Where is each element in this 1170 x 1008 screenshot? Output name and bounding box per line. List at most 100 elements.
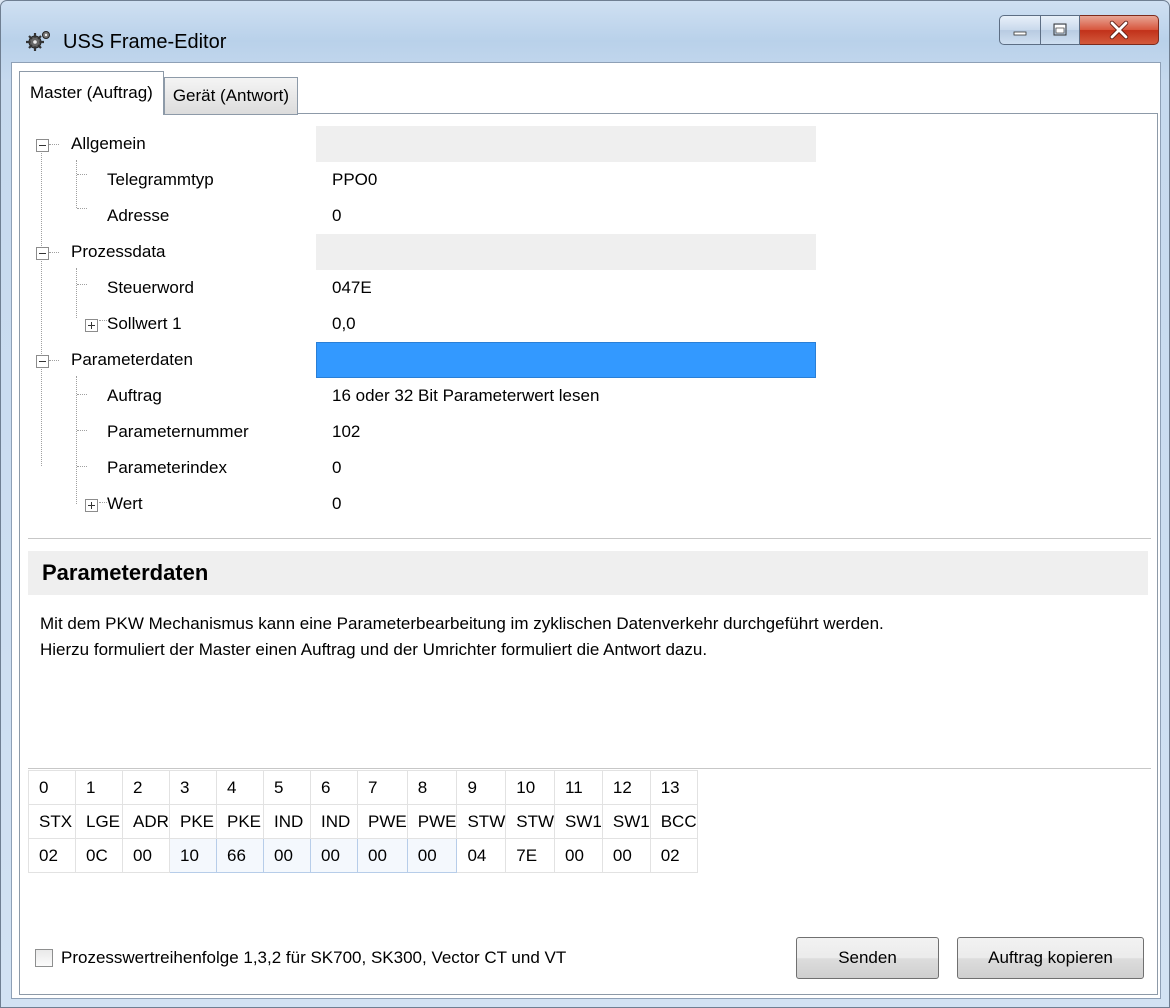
tab-master-auftrag[interactable]: Master (Auftrag) — [19, 71, 164, 115]
process-order-label: Prozesswertreihenfolge 1,3,2 für SK700, … — [61, 948, 567, 967]
gears-icon — [26, 31, 50, 51]
byte-input[interactable]: 10 — [169, 838, 217, 873]
expand-icon[interactable] — [85, 499, 98, 512]
tab-page-master: Allgemein Telegrammtyp PPO0 Adresse 0 Pr… — [19, 113, 1158, 995]
close-icon — [1109, 20, 1129, 40]
description-title: Parameterdaten — [28, 551, 1148, 595]
index-cell: 3 — [169, 770, 217, 805]
index-cell: 12 — [601, 770, 651, 805]
tree-item-auftrag[interactable]: Auftrag 16 oder 32 Bit Parameterwert les… — [20, 378, 820, 414]
byte-input[interactable]: 00 — [406, 838, 458, 873]
byte-cell: 0C — [75, 838, 123, 873]
byte-cell: 00 — [122, 838, 170, 873]
frame-name-row: STX LGE ADR PKE PKE IND IND PWE PWE STW … — [28, 804, 698, 839]
byte-input[interactable]: 66 — [216, 838, 264, 873]
process-order-option[interactable]: Prozesswertreihenfolge 1,3,2 für SK700, … — [35, 948, 566, 968]
tree-category-prozessdata[interactable]: Prozessdata — [20, 234, 820, 270]
tree-category-allgemein[interactable]: Allgemein — [20, 126, 820, 162]
tree-label: Parameterindex — [107, 458, 228, 477]
description-line: Hierzu formuliert der Master einen Auftr… — [40, 640, 708, 659]
description-line: Mit dem PKW Mechanismus kann eine Parame… — [40, 614, 884, 633]
collapse-icon[interactable] — [36, 139, 49, 152]
close-button[interactable] — [1080, 15, 1159, 45]
index-cell: 7 — [357, 770, 408, 805]
copy-request-button[interactable]: Auftrag kopieren — [957, 937, 1144, 979]
divider — [28, 768, 1151, 769]
tree-value[interactable]: 0,0 — [316, 306, 816, 342]
property-tree[interactable]: Allgemein Telegrammtyp PPO0 Adresse 0 Pr… — [20, 114, 1157, 524]
collapse-icon[interactable] — [36, 247, 49, 260]
window-title: USS Frame-Editor — [63, 31, 227, 53]
caption-buttons — [999, 15, 1159, 45]
byte-input[interactable]: 00 — [263, 838, 311, 873]
index-cell: 11 — [554, 770, 603, 805]
index-cell: 6 — [310, 770, 358, 805]
tree-value[interactable]: 102 — [316, 414, 816, 450]
tree-label: Parameternummer — [107, 422, 249, 441]
index-cell: 0 — [28, 770, 76, 805]
category-value-selected — [316, 342, 816, 378]
tree-value[interactable]: PPO0 — [316, 162, 816, 198]
tree-item-steuerword[interactable]: Steuerword 047E — [20, 270, 820, 306]
index-cell: 2 — [122, 770, 170, 805]
index-cell: 4 — [216, 770, 264, 805]
description-text: Mit dem PKW Mechanismus kann eine Parame… — [40, 611, 1150, 663]
name-cell: STW — [505, 804, 556, 839]
byte-input[interactable]: 00 — [357, 838, 408, 873]
frame-byte-row: 02 0C 00 10 66 00 00 00 00 04 7E 00 00 0… — [28, 838, 698, 873]
name-cell: IND — [263, 804, 311, 839]
index-cell: 10 — [505, 770, 556, 805]
tree-label: Auftrag — [107, 386, 162, 405]
byte-cell: 02 — [28, 838, 76, 873]
tab-geraet-antwort[interactable]: Gerät (Antwort) — [163, 77, 299, 115]
byte-cell: 00 — [601, 838, 651, 873]
tree-value[interactable]: 0 — [316, 198, 816, 234]
index-cell: 5 — [263, 770, 311, 805]
byte-cell: 02 — [649, 838, 698, 873]
byte-input[interactable]: 00 — [310, 838, 358, 873]
maximize-icon — [1053, 23, 1067, 36]
tree-value[interactable]: 16 oder 32 Bit Parameterwert lesen — [316, 378, 816, 414]
byte-cell: 00 — [554, 838, 603, 873]
tree-item-wert[interactable]: Wert 0 — [20, 486, 820, 522]
name-cell: PWE — [357, 804, 408, 839]
collapse-icon[interactable] — [36, 355, 49, 368]
name-cell: PWE — [406, 804, 458, 839]
name-cell: PKE — [169, 804, 217, 839]
name-cell: STX — [28, 804, 76, 839]
tree-item-adresse[interactable]: Adresse 0 — [20, 198, 820, 234]
tree-value[interactable]: 0 — [316, 450, 816, 486]
send-button[interactable]: Senden — [796, 937, 939, 979]
name-cell: LGE — [75, 804, 123, 839]
index-cell: 1 — [75, 770, 123, 805]
minimize-icon — [1013, 31, 1027, 36]
tree-category-parameterdaten[interactable]: Parameterdaten — [20, 342, 820, 378]
name-cell: SW1 — [554, 804, 603, 839]
tree-label: Steuerword — [107, 278, 194, 297]
tree-label: Telegrammtyp — [107, 170, 214, 189]
tree-label: Allgemein — [71, 134, 146, 153]
tree-item-sollwert-1[interactable]: Sollwert 1 0,0 — [20, 306, 820, 342]
title-bar[interactable]: USS Frame-Editor — [1, 1, 1169, 53]
tree-item-parameterindex[interactable]: Parameterindex 0 — [20, 450, 820, 486]
process-order-checkbox[interactable] — [35, 949, 53, 967]
expand-icon[interactable] — [85, 319, 98, 332]
tree-value[interactable]: 0 — [316, 486, 816, 522]
tree-value[interactable]: 047E — [316, 270, 816, 306]
maximize-button[interactable] — [1041, 15, 1080, 45]
index-cell: 9 — [456, 770, 507, 805]
tree-label: Wert — [107, 494, 143, 513]
frame-index-row: 0 1 2 3 4 5 6 7 8 9 10 11 12 13 — [28, 770, 698, 805]
tree-label: Prozessdata — [71, 242, 166, 261]
category-value — [316, 126, 816, 162]
tree-label: Adresse — [107, 206, 170, 225]
divider — [28, 538, 1151, 539]
name-cell: BCC — [649, 804, 698, 839]
minimize-button[interactable] — [999, 15, 1041, 45]
frame-byte-grid: 0 1 2 3 4 5 6 7 8 9 10 11 12 13 STX LGE … — [28, 770, 698, 873]
tree-item-telegrammtyp[interactable]: Telegrammtyp PPO0 — [20, 162, 820, 198]
main-window: USS Frame-Editor Master (Auftrag) Gerät … — [0, 0, 1170, 1008]
tree-item-parameternummer[interactable]: Parameternummer 102 — [20, 414, 820, 450]
name-cell: IND — [310, 804, 358, 839]
index-cell: 8 — [406, 770, 458, 805]
